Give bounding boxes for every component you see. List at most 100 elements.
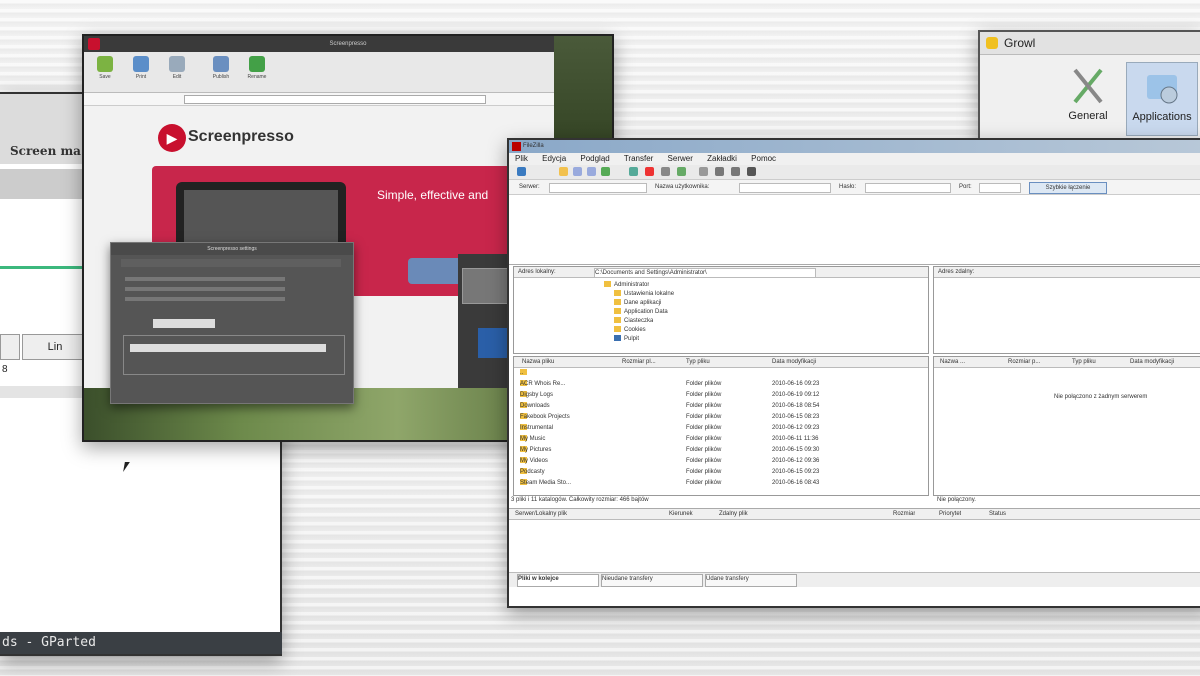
col-modified[interactable]: Data modyfikacji [772, 358, 816, 366]
site-manager-icon[interactable] [517, 167, 526, 176]
ribbon-edit-button[interactable]: Edit [162, 56, 192, 88]
desktop-icon [614, 335, 621, 342]
tree-item[interactable]: Pulpit [614, 335, 639, 343]
file-date: 2010-06-16 09:23 [772, 381, 820, 387]
menu-zakladki[interactable]: Zakładki [707, 154, 737, 163]
capture-thumbnail[interactable] [462, 268, 510, 304]
col-filesize[interactable]: Rozmiar pl... [622, 358, 656, 366]
file-date: 2010-06-16 08:43 [772, 480, 820, 486]
tab-successful-transfers[interactable]: Udane transfery [705, 574, 797, 587]
table-row[interactable]: Fakebook Projects Folder plików 2010-06-15… [520, 413, 910, 424]
table-row[interactable]: Digsby Logs Folder plików 2010-06-19 09:12 [520, 391, 910, 402]
queue-col-size[interactable]: Rozmiar [893, 510, 915, 518]
col-filename[interactable]: Nazwa pliku [522, 358, 554, 366]
file-date: 2010-06-12 09:36 [772, 458, 820, 464]
gparted-small-button[interactable] [0, 334, 20, 360]
menu-pomoc[interactable]: Pomoc [751, 154, 776, 163]
toggle-log-icon[interactable] [559, 167, 568, 176]
menu-plik[interactable]: Plik [515, 154, 528, 163]
screenpresso-brand: Screenpresso [188, 128, 294, 145]
local-path-field[interactable]: C:\Documents and Settings\Administrator\ [594, 268, 816, 278]
table-row[interactable]: My Videos Folder plików 2010-06-12 09:36 [520, 457, 910, 468]
table-row[interactable]: .. [520, 369, 910, 380]
settings-path-field[interactable] [130, 344, 326, 352]
table-row[interactable]: Podcasty Folder plików 2010-06-15 09:23 [520, 468, 910, 479]
gparted-toolbar [0, 169, 85, 199]
menu-transfer[interactable]: Transfer [624, 154, 654, 163]
queue-col-server[interactable]: Serwer/Lokalny plik [515, 510, 567, 518]
compare-icon[interactable] [715, 167, 724, 176]
banner-heading: Simple, effective and [377, 188, 489, 202]
filezilla-app-icon [512, 142, 521, 151]
gparted-statusbar: ds - GParted [0, 632, 282, 654]
capture-thumbnail-blue[interactable] [478, 328, 508, 358]
ribbon-rename-label: Rename [247, 74, 267, 80]
growl-general-tab[interactable]: General [1060, 62, 1116, 134]
table-row[interactable]: My Pictures Folder plików 2010-06-15 09:30 [520, 446, 910, 457]
queue-col-direction[interactable]: Kierunek [669, 510, 693, 518]
host-input[interactable] [549, 183, 647, 193]
remote-col-filesize[interactable]: Rozmiar p... [1008, 358, 1040, 366]
gparted-button[interactable]: Lin [22, 334, 88, 360]
search-icon[interactable] [747, 167, 756, 176]
table-row[interactable]: Steam Media Sto... Folder plików 2010-06-1… [520, 479, 910, 490]
toggle-queue-icon[interactable] [601, 167, 610, 176]
gparted-separator [0, 386, 85, 398]
table-row[interactable]: ACR Whois Re... Folder plików 2010-06-16 0… [520, 380, 910, 391]
growl-applications-tab[interactable]: Applications [1126, 62, 1198, 136]
table-row[interactable]: Instrumental Folder plików 2010-06-12 09:2… [520, 424, 910, 435]
menu-edycja[interactable]: Edycja [542, 154, 566, 163]
remote-col-filename[interactable]: Nazwa ... [940, 358, 965, 366]
cancel-icon[interactable] [645, 167, 654, 176]
password-input[interactable] [865, 183, 951, 193]
tab-failed-transfers[interactable]: Nieudane transfery [601, 574, 703, 587]
queue-col-priority[interactable]: Priorytet [939, 510, 961, 518]
ribbon-rename-button[interactable]: Rename [242, 56, 272, 88]
queue-col-remote[interactable]: Zdalny plik [719, 510, 748, 518]
sync-browse-icon[interactable] [731, 167, 740, 176]
local-file-list: Nazwa pliku Rozmiar pl... Typ pliku Data… [513, 356, 929, 496]
ribbon-save-button[interactable]: Save [90, 56, 120, 88]
quickconnect-button[interactable]: Szybkie łączenie [1029, 182, 1107, 194]
ribbon-publish-button[interactable]: Publish [206, 56, 236, 88]
edit-icon [169, 56, 185, 72]
remote-col-modified[interactable]: Data modyfikacji [1130, 358, 1174, 366]
tree-item[interactable]: Cookies [614, 326, 646, 334]
username-input[interactable] [739, 183, 831, 193]
growl-window: Growl General Applications [978, 30, 1200, 144]
remote-tree-pane: Adres zdalny: [933, 266, 1200, 354]
file-type: Folder plików [686, 392, 722, 398]
file-name: Fakebook Projects [520, 414, 570, 420]
tree-item[interactable]: Ciasteczka [614, 317, 653, 325]
tree-item[interactable]: Application Data [614, 308, 668, 316]
refresh-icon[interactable] [629, 167, 638, 176]
filter-icon[interactable] [699, 167, 708, 176]
ribbon-print-button[interactable]: Print [126, 56, 156, 88]
local-site-header: Adres lokalny: C:\Documents and Settings… [514, 267, 928, 278]
toggle-tree-icon[interactable] [573, 167, 582, 176]
table-row[interactable]: My Music Folder plików 2010-06-11 11:36 [520, 435, 910, 446]
settings-tabs[interactable] [121, 259, 341, 267]
menu-serwer[interactable]: Serwer [668, 154, 693, 163]
table-row[interactable]: Downloads Folder plików 2010-06-18 08:54 [520, 402, 910, 413]
remote-col-filetype[interactable]: Typ pliku [1072, 358, 1096, 366]
message-log [509, 206, 1200, 265]
tree-item[interactable]: Dane aplikacji [614, 299, 661, 307]
folder-icon [614, 290, 621, 297]
settings-dialog: Screenpresso settings [110, 242, 354, 404]
queue-col-status[interactable]: Status [989, 510, 1006, 518]
tree-item[interactable]: Administrator [604, 281, 649, 289]
password-label: Hasło: [839, 184, 857, 190]
reconnect-icon[interactable] [677, 167, 686, 176]
disconnect-icon[interactable] [661, 167, 670, 176]
toggle-remote-tree-icon[interactable] [587, 167, 596, 176]
url-field[interactable] [184, 95, 486, 104]
tab-queued-files[interactable]: Pliki w kolejce [517, 574, 599, 587]
port-input[interactable] [979, 183, 1021, 193]
file-type: Folder plików [686, 480, 722, 486]
tree-item-label: Cookies [624, 327, 646, 333]
col-filetype[interactable]: Typ pliku [686, 358, 710, 366]
settings-input[interactable] [153, 319, 215, 328]
menu-podglad[interactable]: Podgląd [580, 154, 609, 163]
tree-item[interactable]: Ustawienia lokalne [614, 290, 674, 298]
